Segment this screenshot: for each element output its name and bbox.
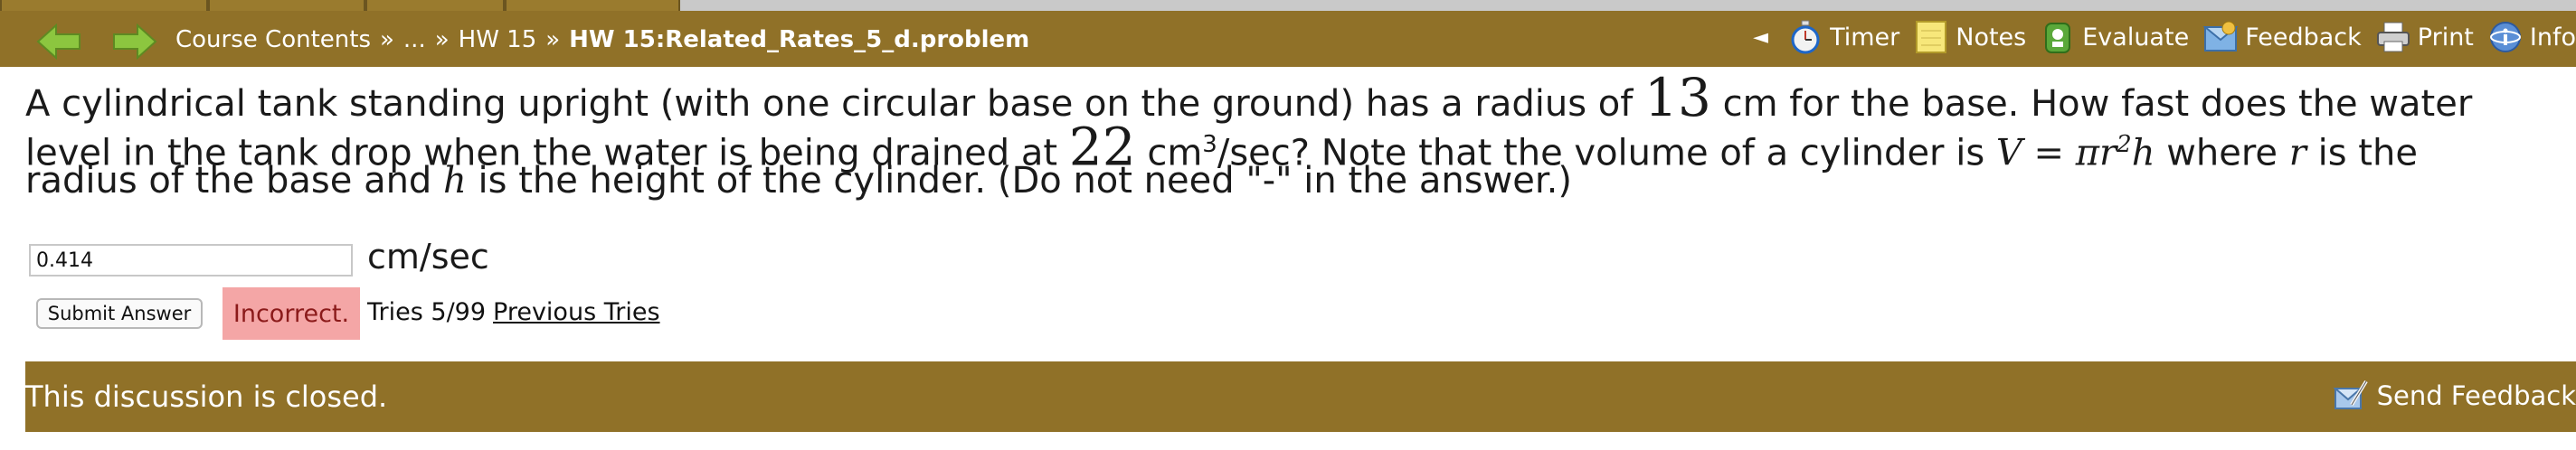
breadcrumb-ellipsis[interactable]: ... xyxy=(403,26,426,53)
discussion-bar: This discussion is closed. Send Feedback xyxy=(25,361,2576,432)
evaluate-button[interactable]: Evaluate xyxy=(2041,20,2189,54)
info-label: Info xyxy=(2529,23,2576,52)
tab[interactable] xyxy=(505,0,680,11)
problem-line-3: radius of the base and h is the height o… xyxy=(25,157,1572,204)
nav-bar: Course Contents »... » HW 15 » HW 15:Related_… xyxy=(0,11,2576,67)
formula-exponent: 2 xyxy=(2117,131,2132,158)
send-feedback-button[interactable]: Send Feedback xyxy=(2332,378,2576,414)
problem-text: is the height of the cylinder. (Do not n… xyxy=(478,160,1572,202)
incorrect-status-badge: Incorrect. xyxy=(223,287,360,340)
problem-text: cm for the base. How fast does the water xyxy=(1722,83,2473,125)
breadcrumb-hw15[interactable]: HW 15 xyxy=(459,26,537,53)
problem-text: where xyxy=(2166,132,2278,174)
notes-icon xyxy=(1916,21,1947,53)
send-feedback-icon xyxy=(2332,380,2368,409)
previous-tries-link[interactable]: Previous Tries xyxy=(493,298,660,326)
send-feedback-label: Send Feedback xyxy=(2376,380,2576,411)
breadcrumb-course-contents[interactable]: Course Contents xyxy=(175,26,371,53)
tab[interactable] xyxy=(208,0,365,11)
rate-unit-exponent: 3 xyxy=(1202,131,1217,158)
stopwatch-icon xyxy=(1791,20,1820,54)
collapse-toolbar-icon[interactable]: ◄ xyxy=(1753,26,1768,49)
breadcrumb: Course Contents »... » HW 15 » HW 15:Related_… xyxy=(175,26,1038,53)
submit-answer-button[interactable]: Submit Answer xyxy=(36,298,203,329)
formula-volume-var: V xyxy=(1995,132,2022,174)
evaluate-icon xyxy=(2045,23,2071,53)
notes-label: Notes xyxy=(1956,23,2027,52)
breadcrumb-separator: » xyxy=(434,26,450,53)
breadcrumb-separator: » xyxy=(380,26,394,53)
top-tab-strip xyxy=(0,0,2576,11)
print-button[interactable]: Print xyxy=(2376,20,2474,54)
formula-h: h xyxy=(2131,132,2155,174)
print-label: Print xyxy=(2417,23,2474,52)
discussion-closed-message: This discussion is closed. xyxy=(25,380,388,414)
evaluate-label: Evaluate xyxy=(2082,23,2190,52)
breadcrumb-separator: » xyxy=(545,26,561,53)
formula-pi-r: πr xyxy=(2075,132,2117,174)
tab[interactable] xyxy=(0,0,208,11)
formula-equals: = xyxy=(2022,132,2076,174)
timer-button[interactable]: Timer xyxy=(1788,20,1899,54)
info-icon xyxy=(2489,22,2521,52)
forward-arrow-icon[interactable] xyxy=(112,23,157,60)
tries-info: Tries 5/99 Previous Tries xyxy=(367,298,660,326)
back-arrow-icon[interactable] xyxy=(36,23,81,60)
problem-text: is the xyxy=(2317,132,2418,174)
problem-text: A cylindrical tank standing upright (wit… xyxy=(25,83,1634,125)
feedback-label: Feedback xyxy=(2245,23,2362,52)
variable-h: h xyxy=(443,160,467,202)
tab[interactable] xyxy=(365,0,505,11)
variable-r: r xyxy=(2288,132,2306,174)
answer-input[interactable] xyxy=(29,244,353,277)
feedback-icon xyxy=(2203,21,2239,52)
notes-button[interactable]: Notes xyxy=(1914,20,2026,54)
radius-value: 13 xyxy=(1644,67,1711,128)
answer-unit: cm/sec xyxy=(367,237,489,277)
timer-label: Timer xyxy=(1830,23,1900,52)
info-button[interactable]: Info xyxy=(2488,20,2576,54)
toolbar: ◄ Timer Notes Evaluate Feedback Print In… xyxy=(1753,20,2576,54)
tries-count: Tries 5/99 xyxy=(367,298,487,326)
problem-text: radius of the base and xyxy=(25,160,432,202)
printer-icon xyxy=(2376,22,2410,52)
breadcrumb-current-problem: HW 15:Related_Rates_5_d.problem xyxy=(569,26,1030,53)
feedback-button[interactable]: Feedback xyxy=(2203,20,2362,54)
problem-line-1: A cylindrical tank standing upright (wit… xyxy=(25,71,2473,127)
